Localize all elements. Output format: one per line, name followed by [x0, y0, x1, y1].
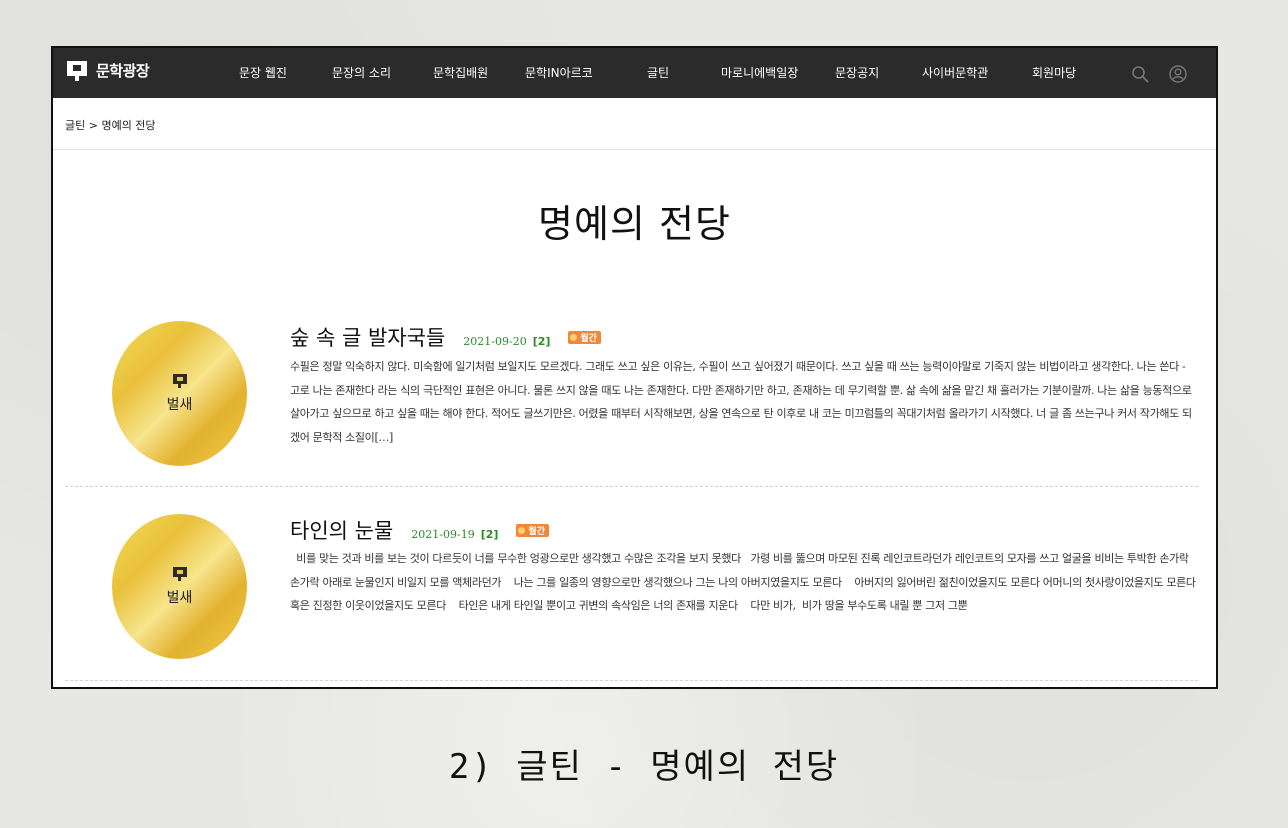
- comment-count: [2]: [532, 335, 551, 348]
- menu-item-webzine[interactable]: 문장 웹진: [239, 64, 287, 81]
- menu-item-marronnier[interactable]: 마로니에백일장: [721, 64, 798, 81]
- badge-label: 월간: [528, 526, 545, 537]
- menu-item-cyber-museum[interactable]: 사이버문학관: [922, 64, 988, 81]
- page-title: 명예의 전당: [538, 202, 731, 246]
- entry-header: 타인의 눈물 2021-09-19 [2] 월간: [290, 515, 549, 545]
- menu-item-notice[interactable]: 문장공지: [835, 64, 879, 81]
- medal-badge: 벌새: [112, 514, 247, 659]
- badge-label: 월간: [580, 333, 597, 344]
- medal-badge: 벌새: [112, 321, 247, 466]
- monthly-badge: 월간: [568, 330, 601, 344]
- entry-title[interactable]: 타인의 눈물: [290, 515, 393, 545]
- medal-logo-icon: [172, 566, 187, 581]
- menu-item-members[interactable]: 회원마당: [1032, 64, 1076, 81]
- entry-excerpt[interactable]: 비를 맞는 것과 비를 보는 것이 다르듯이 너를 무수한 엉광으로만 생각했고…: [290, 547, 1198, 618]
- menu-item-sound[interactable]: 문장의 소리: [332, 64, 391, 81]
- medal-dot-icon: [570, 333, 578, 341]
- monthly-badge: 월간: [516, 523, 549, 537]
- entry-date: 2021-09-20: [463, 335, 527, 348]
- entry-title[interactable]: 숲 속 글 발자국들: [290, 322, 445, 352]
- entry-excerpt[interactable]: 수필은 정말 익숙하지 않다. 미숙함에 일기처럼 보일지도 모르겠다. 그래도…: [290, 355, 1198, 449]
- search-icon[interactable]: [1131, 65, 1149, 83]
- menu-item-geulteen[interactable]: 글틴: [647, 64, 669, 81]
- entry-header: 숲 속 글 발자국들 2021-09-20 [2] 월간: [290, 322, 601, 352]
- browser-frame: 문학광장 문장 웹진 문장의 소리 문학집배원 문학IN아르코 글틴 마로니에백…: [51, 46, 1218, 689]
- medal-label: 벌새: [166, 589, 193, 606]
- list-item[interactable]: 벌새 숲 속 글 발자국들 2021-09-20 [2] 월간 수필은 정말 익…: [65, 304, 1198, 487]
- medal-dot-icon: [518, 526, 526, 534]
- entry-date: 2021-09-19: [411, 528, 475, 541]
- list-item[interactable]: 벌새 타인의 눈물 2021-09-19 [2] 월간 비를 맞는 것과 비를 …: [65, 486, 1198, 681]
- menu-item-postman[interactable]: 문학집배원: [433, 64, 488, 81]
- user-icon[interactable]: [1169, 65, 1187, 83]
- menu-item-arko[interactable]: 문학IN아르코: [525, 64, 593, 81]
- medal-logo-icon: [172, 373, 187, 388]
- top-navigation: 문학광장 문장 웹진 문장의 소리 문학집배원 문학IN아르코 글틴 마로니에백…: [53, 48, 1216, 98]
- medal-label: 벌새: [166, 396, 193, 413]
- figure-caption: 2) 글틴 - 명예의 전당: [448, 747, 840, 787]
- comment-count: [2]: [480, 528, 499, 541]
- main-menu: 문장 웹진 문장의 소리 문학집배원 문학IN아르코 글틴 마로니에백일장 문장…: [53, 48, 1216, 98]
- breadcrumb[interactable]: 글틴 > 명예의 전당: [53, 98, 1216, 150]
